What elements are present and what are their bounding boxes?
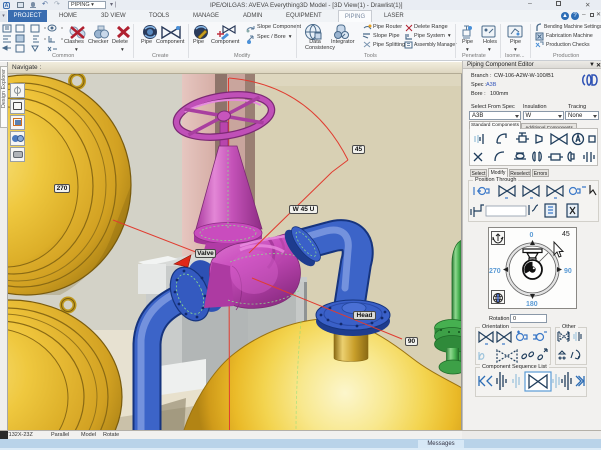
svg-text:270: 270 bbox=[489, 268, 501, 275]
svg-text:0: 0 bbox=[530, 232, 534, 239]
svg-text:90: 90 bbox=[564, 268, 572, 275]
svg-text:180: 180 bbox=[526, 301, 538, 308]
